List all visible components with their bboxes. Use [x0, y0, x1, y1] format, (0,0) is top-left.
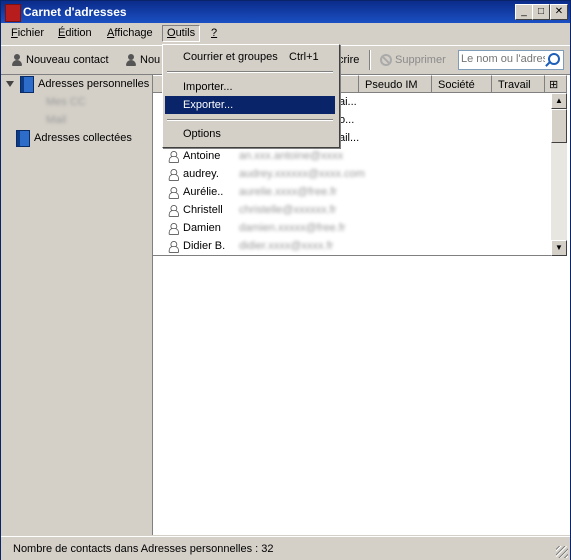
menu-item-mail-groups[interactable]: Courrier et groupes Ctrl+1: [165, 48, 335, 66]
column-header-im[interactable]: Pseudo IM: [359, 75, 432, 93]
expand-arrow-icon[interactable]: [6, 81, 14, 87]
table-row[interactable]: Aurélie.. aurelie.xxxx@free.fr: [153, 183, 551, 201]
tree-item-sub1[interactable]: Mes CC: [46, 93, 86, 111]
scroll-down-icon[interactable]: ▼: [551, 240, 567, 256]
contacts-scrollbar[interactable]: ▲ ▼: [551, 93, 567, 256]
contact-icon: [168, 186, 179, 199]
contact-icon: [168, 204, 179, 217]
menu-outils[interactable]: Outils: [162, 25, 201, 42]
column-header-work[interactable]: Travail: [492, 75, 545, 93]
scroll-up-icon[interactable]: ▲: [551, 93, 567, 109]
address-book-window: Carnet d'adresses _ □ ✕ Fichier Édition …: [0, 0, 571, 560]
table-row[interactable]: Antoine an.xxx.antoine@xxxx: [153, 147, 551, 165]
tree-item-collected[interactable]: Adresses collectées: [16, 129, 132, 147]
new-list-button[interactable]: Nou: [125, 52, 160, 68]
search-box[interactable]: [458, 50, 564, 70]
search-icon[interactable]: [548, 53, 560, 65]
resize-grip-icon[interactable]: [556, 546, 568, 558]
list-icon: [125, 53, 137, 67]
delete-button[interactable]: Supprimer: [380, 52, 446, 68]
write-button[interactable]: crire: [338, 52, 359, 68]
address-book-icon: [20, 75, 34, 93]
scroll-thumb[interactable]: [551, 109, 567, 143]
toolbar-separator: [369, 50, 371, 70]
column-picker-icon[interactable]: ⊞: [545, 75, 567, 93]
column-header-company[interactable]: Société: [432, 75, 492, 93]
address-book-icon: [16, 129, 30, 147]
search-input[interactable]: [459, 51, 545, 67]
minimize-button[interactable]: _: [515, 4, 533, 20]
menu-item-import[interactable]: Importer...: [165, 78, 335, 96]
menu-item-export[interactable]: Exporter...: [165, 96, 335, 114]
delete-icon: [380, 54, 392, 66]
table-row[interactable]: Christell christelle@xxxxxx.fr: [153, 201, 551, 219]
menu-help[interactable]: ?: [207, 26, 221, 41]
contact-icon: [168, 240, 179, 253]
tree-item-sub2[interactable]: Mail: [46, 111, 66, 129]
menu-edition[interactable]: Édition: [54, 26, 96, 41]
menu-separator: [167, 71, 333, 73]
window-title: Carnet d'adresses: [23, 5, 127, 19]
contact-icon: [11, 53, 23, 67]
tools-menu-dropdown: Courrier et groupes Ctrl+1 Importer... E…: [162, 44, 340, 148]
menu-item-options[interactable]: Options: [165, 125, 335, 143]
contact-icon: [168, 168, 179, 181]
address-book-tree: Adresses personnelles Mes CC Mail Adress…: [2, 75, 153, 535]
contact-icon: [168, 222, 179, 235]
title-bar: Carnet d'adresses _ □ ✕: [1, 1, 570, 23]
status-bar: Nombre de contacts dans Adresses personn…: [1, 536, 570, 560]
maximize-button[interactable]: □: [532, 4, 550, 20]
close-button[interactable]: ✕: [550, 4, 568, 20]
contact-count-status: Nombre de contacts dans Adresses personn…: [13, 543, 274, 555]
new-contact-button[interactable]: Nouveau contact: [11, 52, 109, 68]
table-row[interactable]: Damien damien.xxxxx@free.fr: [153, 219, 551, 237]
menu-separator: [167, 119, 333, 121]
table-row[interactable]: audrey. audrey.xxxxxx@xxxx.com: [153, 165, 551, 183]
menu-bar: Fichier Édition Affichage Outils ?: [1, 23, 570, 43]
address-book-app-icon: [5, 4, 21, 22]
table-row[interactable]: Didier B. didier.xxxx@xxxx.fr: [153, 237, 551, 255]
tree-item-personal[interactable]: Adresses personnelles: [6, 75, 149, 93]
contact-icon: [168, 150, 179, 163]
menu-affichage[interactable]: Affichage: [103, 26, 157, 41]
menu-fichier[interactable]: Fichier: [7, 26, 48, 41]
